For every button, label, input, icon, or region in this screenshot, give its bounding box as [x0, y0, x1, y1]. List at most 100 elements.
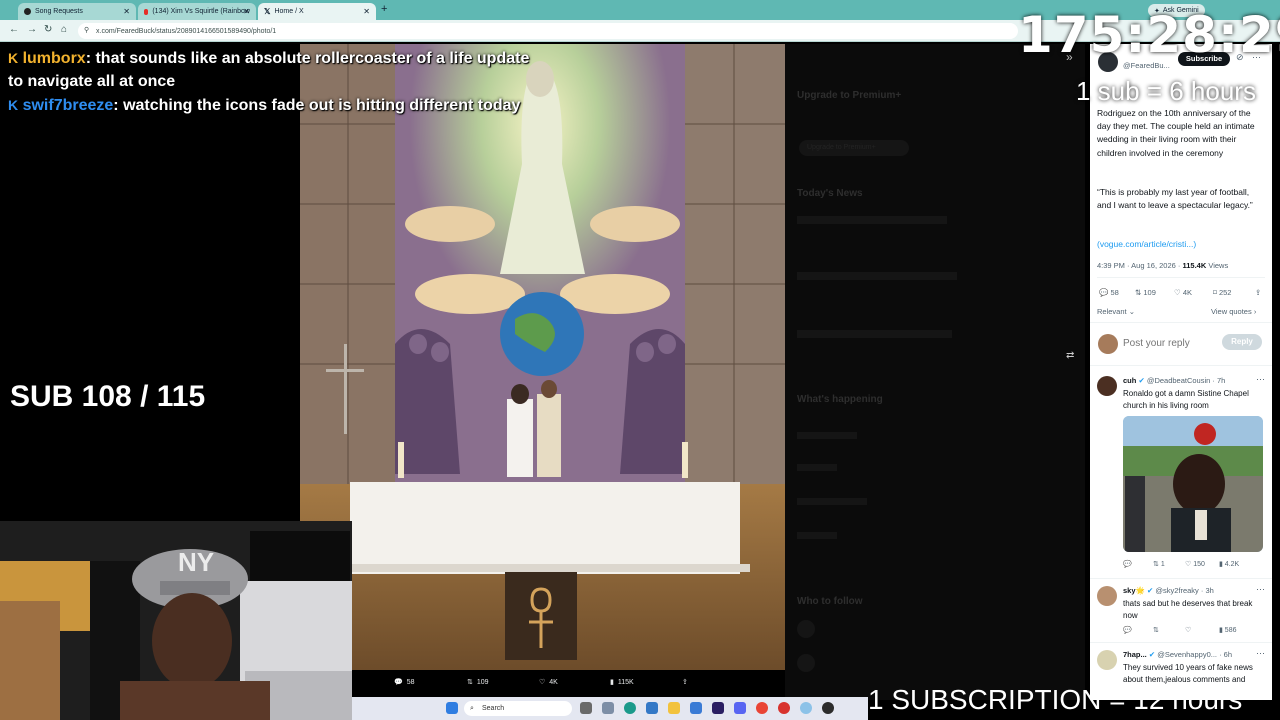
youtube-icon: [144, 8, 149, 15]
chapel-photo: [300, 44, 785, 670]
chat-message: K lumborx: that sounds like an absolute …: [8, 46, 529, 71]
divider: [1097, 277, 1265, 278]
chevron-right-icon: ›: [1253, 307, 1257, 316]
reply-author-name[interactable]: 7hap...: [1123, 650, 1147, 659]
reply-header: sky🌟 ✔ @sky2freaky · 3h: [1123, 586, 1214, 595]
task-view-icon[interactable]: [580, 702, 592, 714]
url-input[interactable]: ⚲ x.com/FearedBuck/status/20890141665015…: [78, 23, 1018, 39]
tweet-link[interactable]: (vogue.com/article/cristi...): [1097, 239, 1196, 249]
follow-title: Who to follow: [797, 596, 863, 607]
views-count: 586: [1224, 627, 1237, 634]
trend-item: [797, 498, 867, 505]
folder-icon[interactable]: [668, 702, 680, 714]
swap-icon[interactable]: ⇄: [1066, 350, 1074, 361]
reply-author-handle: @Sevenhappy0... · 6h: [1157, 650, 1232, 659]
back-icon[interactable]: ←: [9, 24, 19, 35]
webcam-feed: NY: [0, 521, 352, 720]
obs-icon[interactable]: [822, 702, 834, 714]
divider: [1090, 365, 1272, 366]
repost-button[interactable]: ⇅ 109: [467, 678, 489, 687]
news-item: [797, 272, 957, 280]
sort-dropdown[interactable]: Relevant ⌄: [1097, 307, 1135, 316]
reply-button[interactable]: Reply: [1222, 334, 1262, 350]
edge-icon[interactable]: [624, 702, 636, 714]
tab-home-x[interactable]: 𝕏 Home / X ✕: [258, 3, 376, 20]
sub-rate-label: 1 sub = 6 hours: [1076, 76, 1256, 106]
tweet-timestamp: 4:39 PM · Aug 16, 2026 · 115.4K Views: [1097, 261, 1228, 270]
reply-count: 58: [1110, 288, 1119, 297]
taskbar-search[interactable]: ⌕ Search: [464, 701, 572, 716]
new-tab-button[interactable]: +: [381, 3, 387, 15]
close-tab-icon[interactable]: ✕: [123, 7, 130, 16]
tab-favicon-icon: [24, 8, 31, 15]
reply-author-avatar[interactable]: [1097, 586, 1117, 606]
close-tab-icon[interactable]: ✕: [243, 7, 250, 16]
forward-icon[interactable]: →: [27, 24, 37, 35]
share-icon[interactable]: ⇪: [1255, 288, 1261, 297]
reply-icon: 💬: [1099, 288, 1109, 297]
reply-tweet[interactable]: sky🌟 ✔ @sky2freaky · 3h ⋯ thats sad but …: [1090, 580, 1272, 638]
reply-author-handle: @DeadbeatCousin · 7h: [1146, 376, 1226, 385]
bookmark-stat[interactable]: ⌑ 252: [1213, 288, 1231, 297]
happening-title: What's happening: [797, 394, 883, 405]
more-icon[interactable]: ⋯: [1256, 374, 1265, 385]
trend-item: [797, 532, 837, 539]
home-icon[interactable]: ⌂: [61, 24, 67, 35]
search-icon: ⌕: [470, 705, 474, 712]
reply-icon[interactable]: 💬: [1123, 560, 1132, 568]
repost-stat[interactable]: ⇅ 109: [1135, 288, 1156, 297]
reply-author-name[interactable]: sky🌟: [1123, 586, 1145, 595]
store-icon[interactable]: [646, 702, 658, 714]
chrome-icon[interactable]: [756, 702, 768, 714]
news-title: Today's News: [797, 188, 863, 199]
chat-username: lumborx: [22, 50, 86, 67]
settings-icon[interactable]: [602, 702, 614, 714]
tab-song-requests[interactable]: Song Requests ✕: [18, 3, 136, 20]
heart-icon[interactable]: ♡: [1185, 626, 1191, 634]
discord-icon[interactable]: [734, 702, 746, 714]
app-icon[interactable]: [800, 702, 812, 714]
view-quotes-link[interactable]: View quotes ›: [1211, 307, 1256, 316]
share-icon: ⇪: [682, 679, 688, 686]
kick-icon: K: [8, 97, 19, 113]
reply-icon[interactable]: 💬: [1123, 626, 1132, 634]
reply-author-avatar[interactable]: [1097, 376, 1117, 396]
reload-icon[interactable]: ↻: [44, 24, 52, 35]
reply-author-name[interactable]: cuh: [1123, 376, 1136, 385]
more-icon[interactable]: ⋯: [1256, 584, 1265, 595]
like-stat[interactable]: ♡ 4K: [1174, 288, 1192, 297]
like-stat[interactable]: ♡ 150: [1185, 560, 1205, 568]
views-stat[interactable]: ▮ 4.2K: [1219, 560, 1239, 568]
repost-stat[interactable]: ⇅ 1: [1153, 560, 1165, 568]
close-tab-icon[interactable]: ✕: [363, 7, 370, 16]
chat-text: : that sounds like an absolute rollercoa…: [85, 50, 530, 67]
windows-start-icon[interactable]: [446, 702, 458, 714]
views-button[interactable]: ▮ 115K: [610, 678, 634, 687]
sub-goal-counter: SUB 108 / 115: [10, 380, 206, 413]
cap-logo: NY: [178, 547, 214, 577]
tab-youtube[interactable]: (134) Xim Vs Squirtle (Rainbow ✕: [138, 3, 256, 20]
repost-count: 109: [1143, 288, 1156, 297]
views-stat[interactable]: ▮ 586: [1219, 626, 1236, 634]
more-icon[interactable]: ⋯: [1256, 648, 1265, 659]
tweet-views-count: 115.4K: [1182, 261, 1207, 270]
verified-icon: ✔: [1138, 376, 1145, 385]
premiere-icon[interactable]: [712, 702, 724, 714]
share-button[interactable]: ⇪: [682, 678, 688, 686]
reply-icon: 💬: [394, 679, 403, 686]
reply-stat[interactable]: 💬 58: [1099, 288, 1119, 297]
subscription-rate-label: 1 SUBSCRIPTION = 12 hours: [868, 684, 1243, 715]
like-count: 150: [1193, 561, 1205, 568]
repost-icon[interactable]: ⇅: [1153, 626, 1159, 634]
reply-header: 7hap... ✔ @Sevenhappy0... · 6h: [1123, 650, 1232, 659]
app-icon[interactable]: [690, 702, 702, 714]
tweet-photo[interactable]: [300, 44, 785, 670]
app-icon[interactable]: [778, 702, 790, 714]
reply-input[interactable]: [1123, 334, 1213, 352]
reply-author-avatar[interactable]: [1097, 650, 1117, 670]
like-button[interactable]: ♡ 4K: [539, 678, 558, 687]
reply-tweet[interactable]: cuh ✔ @DeadbeatCousin · 7h ⋯ Ronaldo got…: [1090, 370, 1272, 576]
reply-button[interactable]: 💬 58: [394, 678, 415, 687]
reply-image[interactable]: [1123, 416, 1263, 552]
repost-count: 1: [1160, 561, 1165, 568]
